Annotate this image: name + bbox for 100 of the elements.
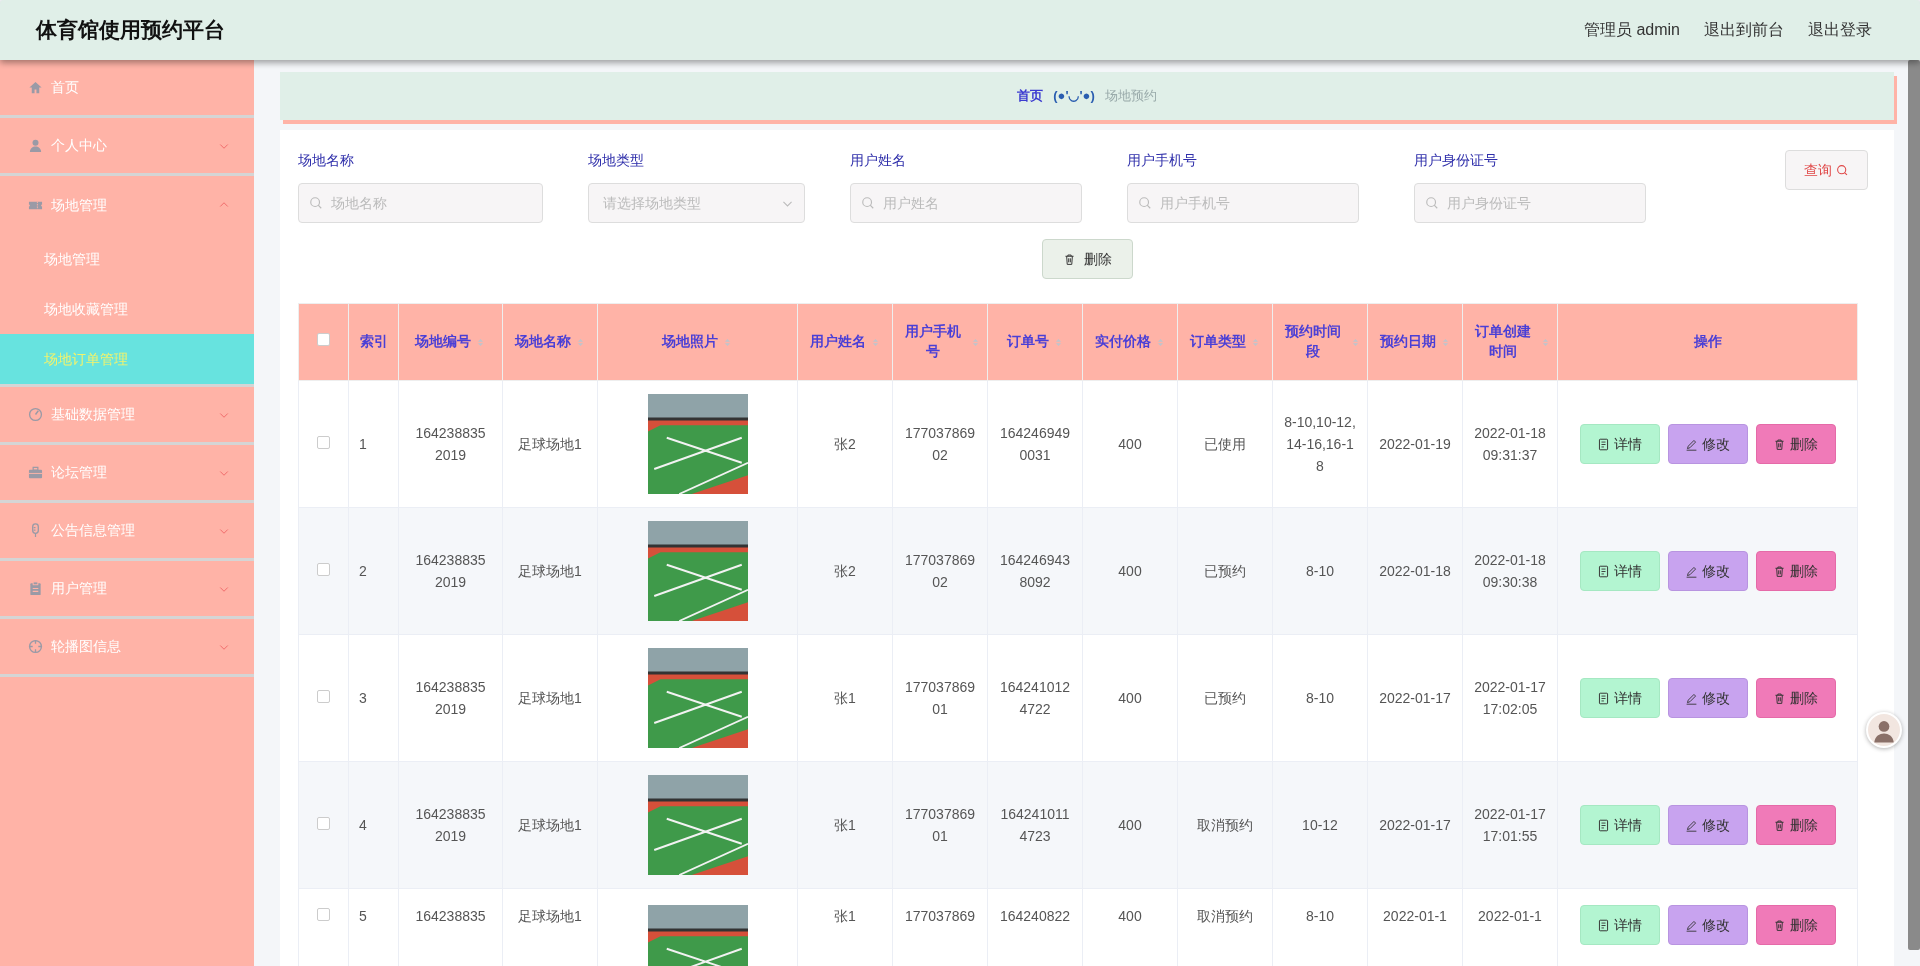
table-cell: 足球场地1 — [518, 690, 582, 706]
table-cell-text: 2022-01-18 09:31:37 — [1473, 424, 1547, 465]
row-checkbox[interactable] — [317, 817, 330, 830]
clipboard-icon — [28, 581, 43, 596]
table-cell-text: 164240822 — [998, 907, 1072, 926]
search-icon — [1138, 196, 1152, 210]
search-icon — [1836, 163, 1849, 177]
table-cell-text: 17703786901 — [903, 678, 977, 719]
table-cell-text: 1642388352019 — [414, 805, 487, 846]
document-icon — [1597, 564, 1610, 578]
column-header: 订单号 — [1006, 333, 1049, 352]
trash-icon — [1773, 818, 1786, 832]
breadcrumb-link[interactable]: 首页 — [1017, 86, 1044, 106]
trash-icon — [1773, 691, 1786, 705]
table-cell-text: 1642469490031 — [998, 424, 1072, 465]
table-cell: 400 — [1118, 817, 1142, 833]
column-header: 场地编号 — [415, 333, 471, 352]
table-cell-text: 张2 — [833, 562, 857, 581]
trash-icon — [1062, 252, 1076, 266]
header-link[interactable]: 退出到前台 — [1704, 18, 1784, 42]
table-cell: 1 — [359, 436, 367, 452]
row-checkbox[interactable] — [317, 563, 330, 576]
select-all-checkbox[interactable] — [317, 332, 330, 346]
search-field[interactable]: 用户手机号 — [1127, 183, 1359, 223]
table-cell-text: 8-10 — [1305, 689, 1335, 708]
table-cell: 取消预约 — [1197, 908, 1253, 924]
table-cell: 400 — [1118, 436, 1142, 452]
filter-label: 用户手机号 — [1127, 151, 1198, 170]
edit-button[interactable]: 修改 — [1667, 905, 1748, 945]
delete-button[interactable]: 删除 — [1755, 551, 1836, 591]
table-cell-text: 2022-01-1 — [1382, 907, 1448, 926]
table-cell-text: 2022-01-17 — [1378, 816, 1452, 835]
delete-button[interactable]: 删除 — [1755, 805, 1836, 845]
column-header: 场地照片 — [662, 333, 718, 352]
header-link[interactable]: 管理员 admin — [1583, 18, 1680, 42]
table-cell: 已预约 — [1204, 563, 1246, 579]
table-cell-text: 177037869 — [903, 907, 977, 926]
table-cell-text: 2022-01-17 17:02:05 — [1473, 678, 1547, 719]
breadcrumb-separator: (●'◡'●) — [1053, 87, 1095, 106]
column-header: 实付价格 — [1094, 333, 1151, 352]
table-cell-text: 2022-01-1 — [1477, 907, 1543, 926]
column-header: 订单类型 — [1189, 333, 1246, 352]
table-cell-text: 1642410124722 — [998, 678, 1072, 719]
details-button[interactable]: 详情 — [1579, 424, 1660, 464]
table-cell: 400 — [1118, 908, 1142, 924]
details-button[interactable]: 详情 — [1579, 905, 1660, 945]
search-icon — [1425, 196, 1439, 210]
document-icon — [1597, 437, 1610, 451]
user-icon — [28, 138, 43, 153]
column-header: 索引 — [359, 333, 388, 349]
search-icon — [861, 196, 875, 210]
table-cell: 5 — [359, 908, 367, 924]
table-cell-text: 张1 — [833, 816, 857, 835]
table-cell-text: 2022-01-17 17:01:55 — [1473, 805, 1547, 846]
edit-button[interactable]: 修改 — [1667, 678, 1748, 718]
row-checkbox[interactable] — [317, 690, 330, 703]
table-cell-text: 1642388352019 — [414, 424, 487, 465]
table-cell-text: 10-12 — [1301, 816, 1339, 835]
search-button[interactable]: 查询 — [1785, 150, 1868, 190]
table-cell-text: 2022-01-17 — [1378, 689, 1452, 708]
trash-icon — [1773, 564, 1786, 578]
details-button[interactable]: 详情 — [1579, 551, 1660, 591]
edit-button[interactable]: 修改 — [1667, 424, 1748, 464]
table-cell-text: 2022-01-18 — [1378, 562, 1452, 581]
table-cell: 2 — [359, 563, 367, 579]
table-cell: 足球场地1 — [518, 563, 582, 579]
table-cell-text: 2022-01-19 — [1378, 435, 1452, 454]
search-field[interactable]: 场地名称 — [298, 183, 543, 223]
delete-button[interactable]: 删除 — [1755, 424, 1836, 464]
column-header: 订单创建时间 — [1473, 322, 1532, 361]
table-cell-text: 2022-01-18 09:30:38 — [1473, 551, 1547, 592]
edit-button[interactable]: 修改 — [1667, 551, 1748, 591]
delete-button[interactable]: 删除 — [1755, 905, 1836, 945]
row-checkbox[interactable] — [317, 436, 330, 449]
table-cell: 3 — [359, 690, 367, 706]
table-cell-text: 张1 — [833, 907, 857, 926]
scrollbar[interactable] — [1908, 60, 1920, 950]
details-button[interactable]: 详情 — [1579, 678, 1660, 718]
row-checkbox[interactable] — [317, 908, 330, 921]
pencil-icon — [1685, 918, 1698, 932]
search-field[interactable]: 用户身份证号 — [1414, 183, 1646, 223]
column-header: 用户姓名 — [809, 333, 866, 352]
table-cell: 4 — [359, 817, 367, 833]
filter-label: 场地名称 — [298, 151, 355, 170]
table-cell: 取消预约 — [1197, 817, 1253, 833]
table-cell: 已使用 — [1204, 436, 1246, 452]
column-header: 用户手机号 — [903, 322, 962, 361]
delete-button[interactable]: 删除 — [1755, 678, 1836, 718]
table-cell: 足球场地1 — [518, 436, 582, 452]
table-cell: 400 — [1118, 563, 1142, 579]
pencil-icon — [1685, 691, 1698, 705]
table-cell-text: 1642388352019 — [414, 678, 487, 719]
table-cell-text: 8-10,10-12,14-16,16-18 — [1283, 413, 1357, 476]
delete-button[interactable]: 删除 — [1041, 239, 1133, 279]
edit-button[interactable]: 修改 — [1667, 805, 1748, 845]
search-field[interactable]: 用户姓名 — [850, 183, 1082, 223]
table-cell: 足球场地1 — [518, 817, 582, 833]
header-link[interactable]: 退出登录 — [1808, 18, 1872, 42]
details-button[interactable]: 详情 — [1579, 805, 1660, 845]
column-header: 操作 — [1693, 333, 1722, 349]
